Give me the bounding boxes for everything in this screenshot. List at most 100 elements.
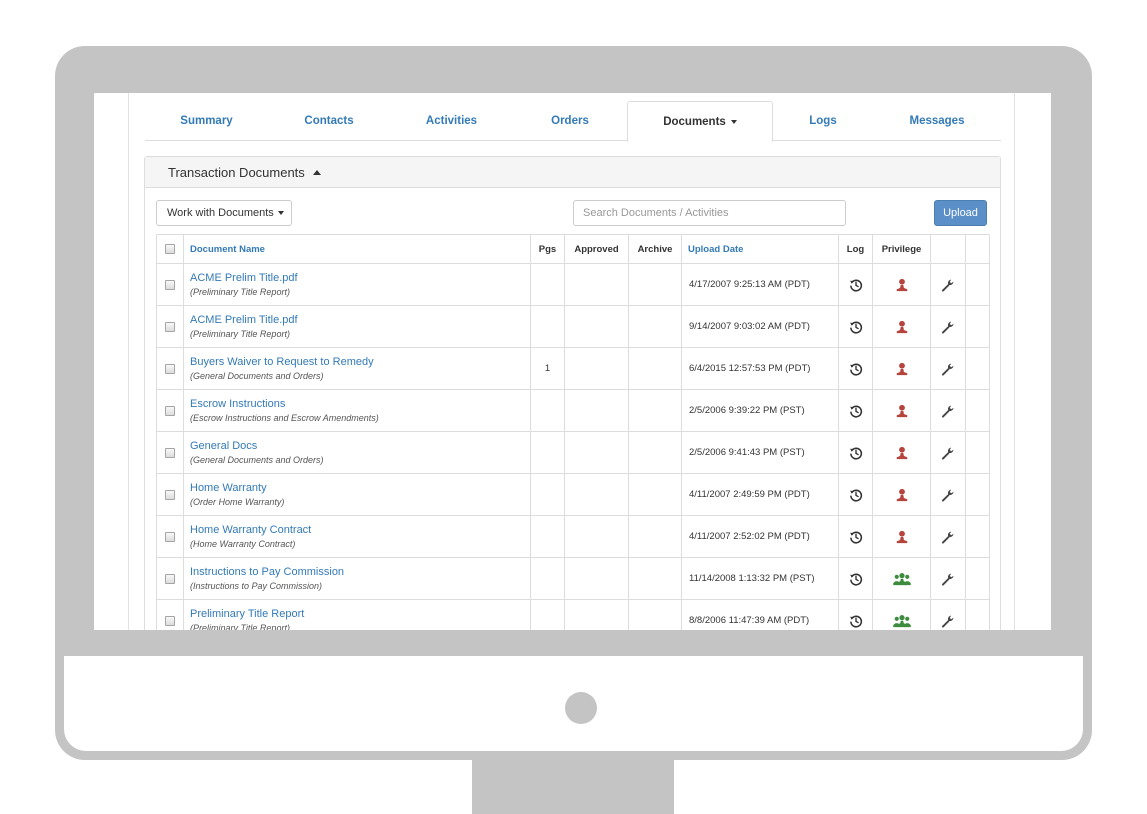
archive-cell xyxy=(628,431,682,474)
search-input[interactable] xyxy=(573,200,846,226)
tab-contacts[interactable]: Contacts xyxy=(268,101,390,141)
header-extra xyxy=(965,234,990,264)
actions-cell xyxy=(930,557,966,600)
single-user-icon[interactable] xyxy=(895,530,909,543)
history-icon[interactable] xyxy=(849,489,863,502)
document-link[interactable]: Instructions to Pay Commission xyxy=(190,565,530,579)
history-icon[interactable] xyxy=(849,363,863,376)
wrench-icon[interactable] xyxy=(941,321,955,334)
actions-cell xyxy=(930,347,966,390)
row-checkbox[interactable] xyxy=(165,363,175,374)
wrench-icon[interactable] xyxy=(941,615,955,628)
privilege-cell xyxy=(872,473,931,516)
document-type: (Home Warranty Contract) xyxy=(190,538,296,549)
extra-cell xyxy=(965,473,990,516)
log-cell xyxy=(838,347,873,390)
tab-summary[interactable]: Summary xyxy=(145,101,268,141)
tab-orders[interactable]: Orders xyxy=(513,101,627,141)
document-link[interactable]: Preliminary Title Report xyxy=(190,607,530,621)
single-user-icon[interactable] xyxy=(895,404,909,417)
extra-cell xyxy=(965,557,990,600)
single-user-icon[interactable] xyxy=(895,446,909,459)
single-user-icon[interactable] xyxy=(895,488,909,501)
single-user-icon[interactable] xyxy=(895,362,909,375)
work-with-documents-button[interactable]: Work with Documents xyxy=(156,200,292,226)
extra-cell xyxy=(965,389,990,432)
document-name-cell: Instructions to Pay Commission (Instruct… xyxy=(183,557,531,600)
wrench-icon[interactable] xyxy=(941,531,955,544)
history-icon[interactable] xyxy=(849,321,863,334)
caret-down-icon xyxy=(277,211,284,215)
table-row: Buyers Waiver to Request to Remedy (Gene… xyxy=(156,347,990,390)
group-users-icon[interactable] xyxy=(892,614,912,627)
row-checkbox[interactable] xyxy=(165,321,175,332)
document-name-cell: Home Warranty (Order Home Warranty) xyxy=(183,473,531,516)
single-user-icon[interactable] xyxy=(895,320,909,333)
document-name-cell: Buyers Waiver to Request to Remedy (Gene… xyxy=(183,347,531,390)
wrench-icon[interactable] xyxy=(941,405,955,418)
privilege-cell xyxy=(872,431,931,474)
history-icon[interactable] xyxy=(849,279,863,292)
row-checkbox[interactable] xyxy=(165,447,175,458)
document-link[interactable]: General Docs xyxy=(190,439,530,453)
row-checkbox[interactable] xyxy=(165,489,175,500)
actions-cell xyxy=(930,389,966,432)
document-link[interactable]: Home Warranty Contract xyxy=(190,523,530,537)
archive-cell xyxy=(628,473,682,516)
panel-title: Transaction Documents xyxy=(168,164,305,180)
table-row: Preliminary Title Report (Preliminary Ti… xyxy=(156,599,990,631)
wrench-icon[interactable] xyxy=(941,489,955,502)
tab-documents[interactable]: Documents xyxy=(627,101,773,142)
wrench-icon[interactable] xyxy=(941,363,955,376)
document-type: (Preliminary Title Report) xyxy=(190,622,290,631)
log-cell xyxy=(838,431,873,474)
upload-date-cell: 4/17/2007 9:25:13 AM (PDT) xyxy=(681,263,839,306)
document-link[interactable]: Buyers Waiver to Request to Remedy xyxy=(190,355,530,369)
approved-cell xyxy=(564,515,629,558)
panel-heading[interactable]: Transaction Documents xyxy=(145,157,1000,188)
actions-cell xyxy=(930,263,966,306)
upload-button[interactable]: Upload xyxy=(934,200,987,226)
history-icon[interactable] xyxy=(849,531,863,544)
document-link[interactable]: ACME Prelim Title.pdf xyxy=(190,271,530,285)
row-checkbox[interactable] xyxy=(165,279,175,290)
upload-date-cell: 6/4/2015 12:57:53 PM (PDT) xyxy=(681,347,839,390)
select-all-cell xyxy=(156,234,184,264)
archive-cell xyxy=(628,599,682,630)
history-icon[interactable] xyxy=(849,405,863,418)
single-user-icon[interactable] xyxy=(895,278,909,291)
pgs-cell xyxy=(530,431,565,474)
document-link[interactable]: Escrow Instructions xyxy=(190,397,530,411)
tab-logs[interactable]: Logs xyxy=(773,101,873,141)
history-icon[interactable] xyxy=(849,615,863,628)
wrench-icon[interactable] xyxy=(941,447,955,460)
monitor-bezel xyxy=(55,630,1092,760)
row-checkbox[interactable] xyxy=(165,405,175,416)
history-icon[interactable] xyxy=(849,447,863,460)
history-icon[interactable] xyxy=(849,573,863,586)
screen: Summary Contacts Activities Orders Docum… xyxy=(94,93,1051,630)
tab-messages[interactable]: Messages xyxy=(873,101,1001,141)
table-row: Home Warranty Contract (Home Warranty Co… xyxy=(156,515,990,558)
group-users-icon[interactable] xyxy=(892,572,912,585)
pgs-cell xyxy=(530,473,565,516)
row-checkbox[interactable] xyxy=(165,531,175,542)
select-all-checkbox[interactable] xyxy=(165,244,175,254)
row-checkbox[interactable] xyxy=(165,615,175,626)
extra-cell xyxy=(965,347,990,390)
row-checkbox[interactable] xyxy=(165,573,175,584)
tab-activities[interactable]: Activities xyxy=(390,101,513,141)
upload-date-cell: 2/5/2006 9:39:22 PM (PST) xyxy=(681,389,839,432)
archive-cell xyxy=(628,305,682,348)
header-upload-date[interactable]: Upload Date xyxy=(681,234,839,264)
header-log: Log xyxy=(838,234,873,264)
document-link[interactable]: Home Warranty xyxy=(190,481,530,495)
pgs-cell: 1 xyxy=(530,347,565,390)
wrench-icon[interactable] xyxy=(941,279,955,292)
document-link[interactable]: ACME Prelim Title.pdf xyxy=(190,313,530,327)
extra-cell xyxy=(965,305,990,348)
wrench-icon[interactable] xyxy=(941,573,955,586)
table-row: ACME Prelim Title.pdf (Preliminary Title… xyxy=(156,305,990,348)
header-document-name[interactable]: Document Name xyxy=(183,234,531,264)
pgs-cell xyxy=(530,557,565,600)
